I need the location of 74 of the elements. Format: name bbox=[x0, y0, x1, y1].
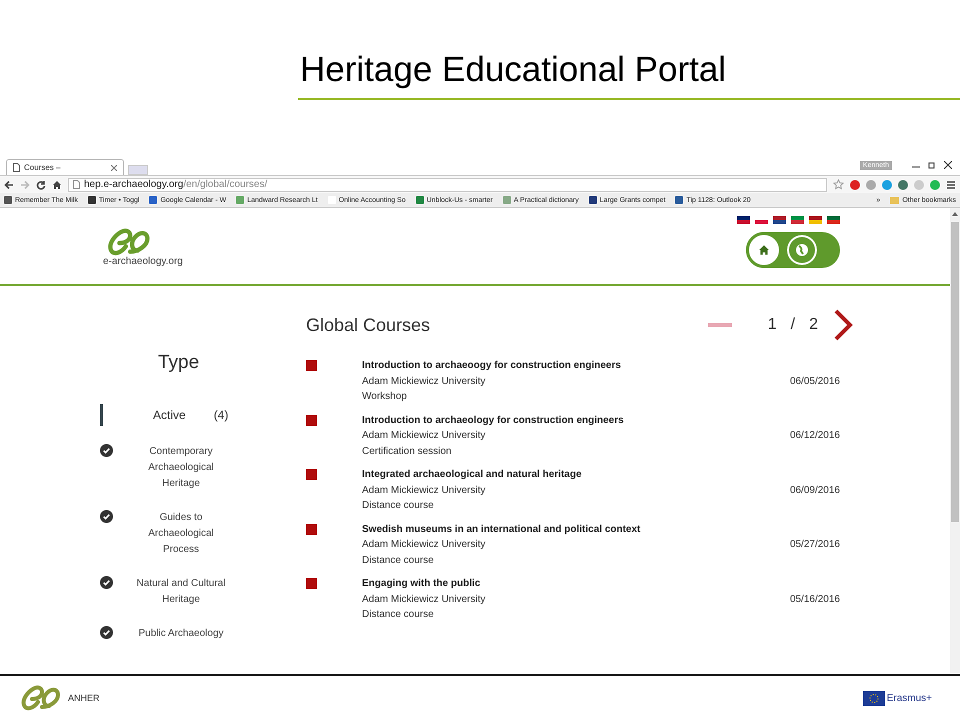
close-icon[interactable] bbox=[944, 161, 952, 169]
home-icon[interactable] bbox=[52, 180, 62, 190]
course-institution: Adam Mickiewicz University bbox=[362, 429, 486, 443]
scroll-up-icon[interactable] bbox=[952, 212, 958, 216]
course-title[interactable]: Integrated archaeological and natural heritage bbox=[362, 467, 790, 482]
footer-label: Erasmus+ bbox=[886, 692, 932, 704]
footer-label: ANHER bbox=[68, 693, 100, 703]
course-type: Distance course bbox=[362, 554, 435, 568]
slide-title: Heritage Educational Portal bbox=[298, 50, 960, 100]
page-current: 1 bbox=[768, 316, 777, 334]
favicon-icon bbox=[588, 196, 597, 204]
page-icon bbox=[73, 180, 80, 189]
favicon-icon bbox=[502, 196, 511, 204]
course-marker bbox=[306, 469, 317, 480]
menu-icon[interactable] bbox=[946, 180, 956, 190]
course-type: Certification session bbox=[362, 444, 452, 458]
favicon-icon bbox=[236, 196, 244, 204]
course-type: Distance course bbox=[362, 499, 435, 513]
page-separator: / bbox=[790, 316, 796, 334]
filter-label[interactable]: Contemporary Archaeological Heritage bbox=[129, 444, 233, 492]
course-marker bbox=[306, 360, 317, 371]
check-circle-icon[interactable] bbox=[100, 444, 113, 457]
globe-icon bbox=[795, 243, 809, 257]
filter-label[interactable]: Public Archaeology bbox=[129, 626, 233, 642]
reload-icon[interactable] bbox=[36, 180, 46, 190]
course-title[interactable]: Introduction to archaeoogy for construction engineers bbox=[362, 358, 790, 374]
filter-label[interactable]: Natural and Cultural Heritage bbox=[129, 576, 233, 608]
page-icon bbox=[13, 163, 20, 172]
check-circle-icon[interactable] bbox=[100, 576, 113, 589]
filter-count: (4) bbox=[214, 408, 228, 422]
course-date: 05/16/2016 bbox=[790, 592, 840, 606]
filter-title: Type bbox=[158, 352, 200, 374]
course-type: Distance course bbox=[362, 608, 435, 622]
logo-text: e-archaeology.org bbox=[103, 256, 183, 267]
home-icon bbox=[758, 244, 770, 256]
course-type: Workshop bbox=[362, 390, 408, 404]
course-date: 06/05/2016 bbox=[790, 374, 840, 388]
restore-icon[interactable] bbox=[928, 161, 936, 169]
favicon-icon bbox=[88, 196, 96, 204]
course-date: 06/09/2016 bbox=[790, 484, 840, 498]
favicon-icon bbox=[149, 196, 158, 204]
chevron-right-icon[interactable] bbox=[832, 309, 854, 341]
flag-icon[interactable] bbox=[737, 216, 750, 224]
back-arrow-icon[interactable] bbox=[4, 180, 14, 190]
favicon-icon bbox=[675, 196, 684, 204]
course-marker bbox=[306, 578, 317, 589]
course-date: 05/27/2016 bbox=[790, 538, 840, 552]
page-total: 2 bbox=[809, 316, 818, 334]
section-title: Global Courses bbox=[306, 314, 430, 336]
course-institution: Adam Mickiewicz University bbox=[362, 538, 486, 552]
filter-group-label: Active bbox=[153, 408, 186, 422]
course-title[interactable]: Introduction to archaeology for construction engineers bbox=[362, 412, 790, 428]
course-marker bbox=[306, 524, 317, 534]
flag-icon[interactable] bbox=[809, 216, 822, 224]
check-circle-icon[interactable] bbox=[100, 510, 113, 523]
favicon-icon bbox=[4, 196, 12, 204]
course-institution: Adam Mickiewicz University bbox=[362, 484, 486, 498]
home-button[interactable] bbox=[746, 232, 782, 268]
star-icon[interactable] bbox=[833, 179, 844, 190]
course-date: 06/12/2016 bbox=[790, 429, 840, 443]
course-marker bbox=[306, 414, 317, 426]
course-institution: Adam Mickiewicz University bbox=[362, 374, 486, 388]
course-institution: Adam Mickiewicz University bbox=[362, 592, 486, 606]
folder-icon bbox=[890, 196, 900, 204]
browser-tab[interactable]: Courses – bbox=[6, 159, 124, 175]
course-title[interactable]: Engaging with the public bbox=[362, 576, 790, 592]
scrollbar[interactable] bbox=[950, 208, 960, 674]
course-title[interactable]: Swedish museums in an international and political context bbox=[362, 522, 790, 537]
address-bar[interactable]: hep.e-archaeology.org/en/global/courses/ bbox=[68, 178, 827, 192]
check-circle-icon[interactable] bbox=[100, 626, 113, 639]
eu-flag-icon bbox=[862, 690, 885, 706]
filter-label[interactable]: Guides to Archaeological Process bbox=[129, 510, 233, 558]
active-marker bbox=[100, 404, 103, 426]
favicon-icon bbox=[416, 196, 424, 204]
